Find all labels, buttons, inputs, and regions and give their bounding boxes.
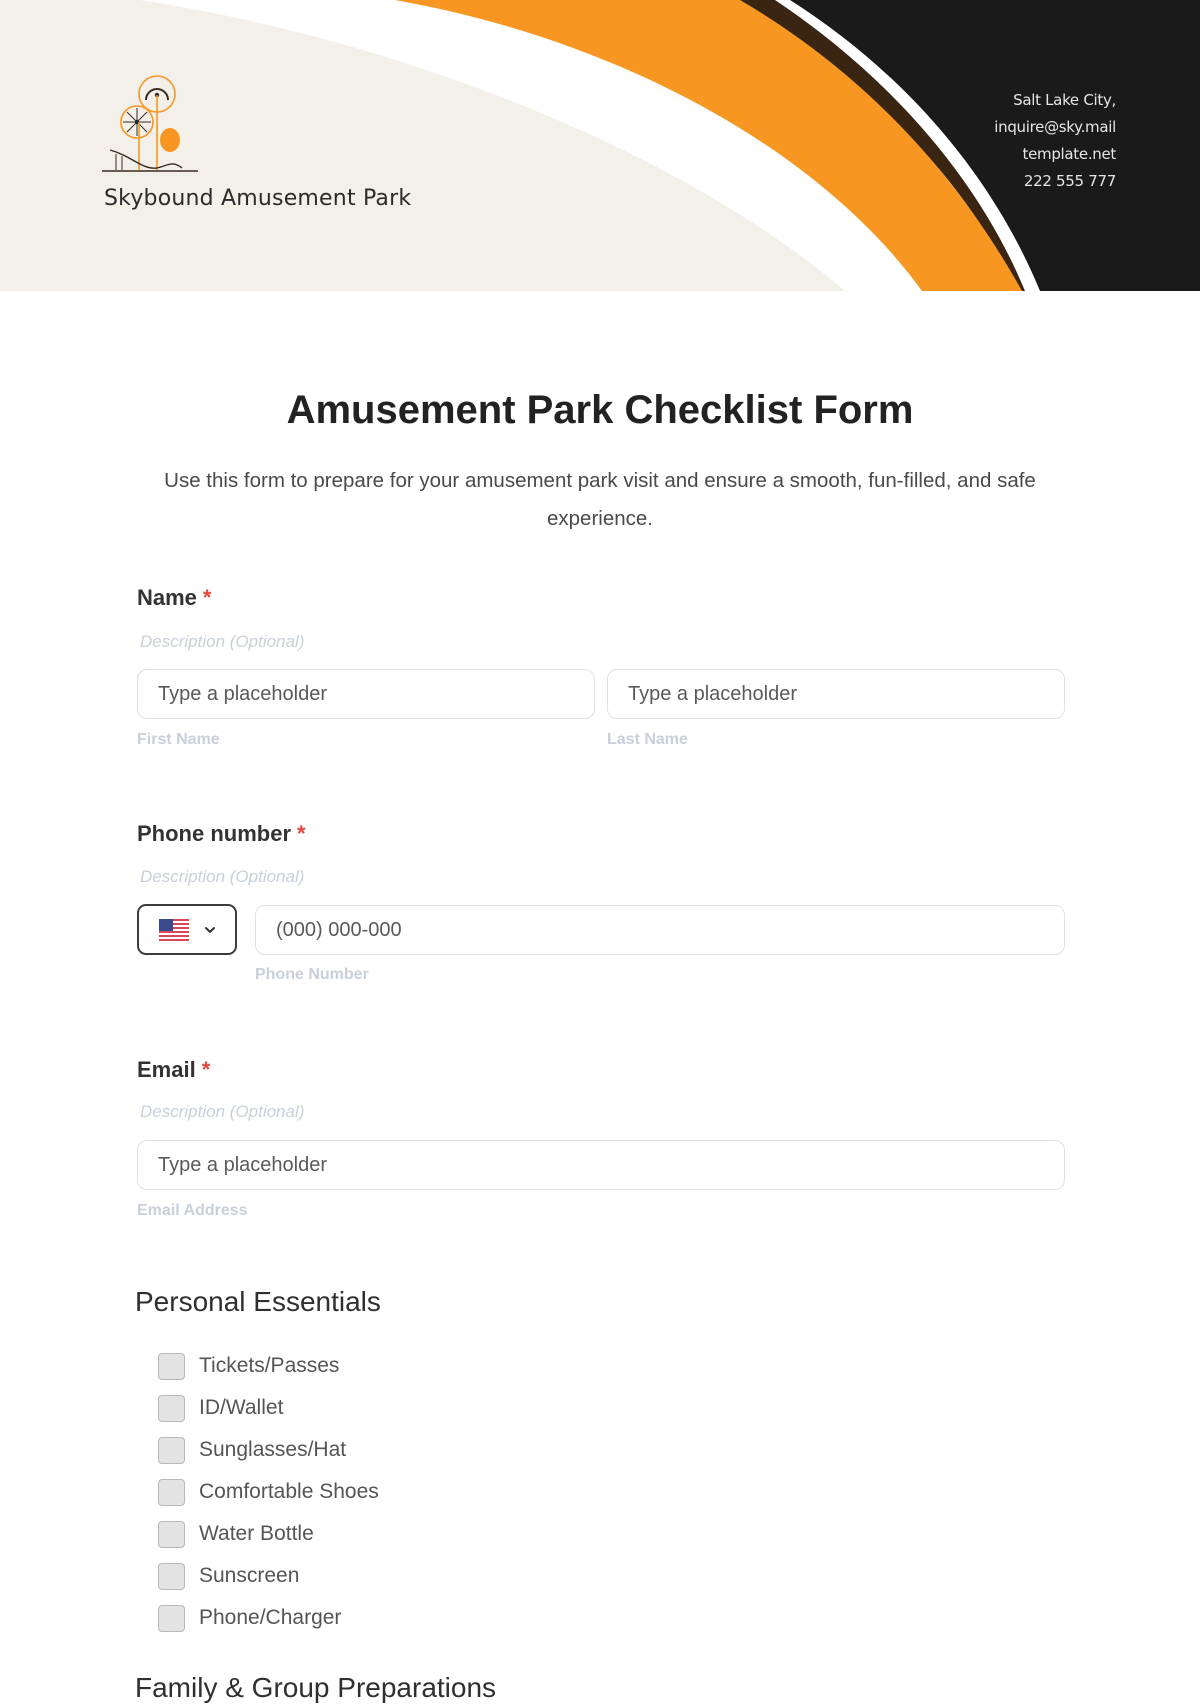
- checklist-item-label: Phone/Charger: [199, 1606, 342, 1629]
- phone-placeholder: (000) 000-000: [276, 918, 402, 941]
- contact-website: template.net: [1022, 145, 1117, 163]
- checklist-item-label: Sunglasses/Hat: [199, 1438, 347, 1461]
- form-title: Amusement Park Checklist Form: [286, 388, 914, 432]
- form-subtitle: Use this form to prepare for your amusem…: [164, 469, 1036, 530]
- checklist-item[interactable]: Comfortable Shoes: [158, 1471, 379, 1513]
- checklist-item[interactable]: Phone/Charger: [158, 1597, 379, 1639]
- checklist-item[interactable]: ID/Wallet: [158, 1387, 379, 1429]
- checklist-item[interactable]: Tickets/Passes: [158, 1345, 379, 1387]
- phone-field-label: Phone number *: [137, 821, 306, 847]
- personal-essentials-checklist: Tickets/Passes ID/Wallet Sunglasses/Hat …: [158, 1345, 379, 1639]
- phone-input[interactable]: (000) 000-000: [255, 905, 1065, 955]
- last-name-sublabel: Last Name: [607, 731, 688, 748]
- country-code-select[interactable]: [137, 904, 237, 955]
- section-title-family-group: Family & Group Preparations: [135, 1672, 497, 1703]
- checklist-item-label: Water Bottle: [199, 1522, 314, 1545]
- header-banner: Skybound Amusement Park Salt Lake City, …: [0, 0, 1200, 291]
- phone-label-text: Phone number: [137, 821, 292, 846]
- checklist-item-label: ID/Wallet: [199, 1396, 284, 1419]
- first-name-input[interactable]: Type a placeholder: [137, 669, 595, 719]
- required-marker: *: [202, 585, 212, 610]
- checkbox[interactable]: [158, 1604, 185, 1632]
- email-input[interactable]: Type a placeholder: [137, 1140, 1065, 1190]
- contact-email: inquire@sky.mail: [994, 118, 1116, 136]
- checklist-item[interactable]: Water Bottle: [158, 1513, 379, 1555]
- last-name-input[interactable]: Type a placeholder: [607, 669, 1065, 719]
- checklist-item[interactable]: Sunglasses/Hat: [158, 1429, 379, 1471]
- checkbox[interactable]: [158, 1478, 185, 1506]
- checkbox[interactable]: [158, 1520, 185, 1548]
- amusement-park-logo-icon: [102, 75, 198, 172]
- email-placeholder: Type a placeholder: [158, 1153, 328, 1176]
- required-marker: *: [297, 821, 306, 846]
- checkbox[interactable]: [158, 1394, 185, 1422]
- name-field-label: Name *: [137, 585, 211, 611]
- section-title-personal-essentials: Personal Essentials: [135, 1286, 381, 1317]
- checkbox[interactable]: [158, 1436, 185, 1464]
- name-description: Description (Optional): [140, 632, 305, 651]
- brand-name: Skybound Amusement Park: [104, 186, 412, 211]
- contact-city: Salt Lake City,: [1013, 91, 1116, 109]
- email-description: Description (Optional): [140, 1102, 305, 1121]
- us-flag-icon: [159, 918, 189, 941]
- required-marker: *: [201, 1057, 211, 1082]
- checklist-item[interactable]: Sunscreen: [158, 1555, 379, 1597]
- phone-description: Description (Optional): [140, 867, 305, 886]
- email-label-text: Email: [137, 1057, 196, 1082]
- checklist-item-label: Tickets/Passes: [199, 1354, 340, 1377]
- email-sublabel: Email Address: [137, 1202, 248, 1219]
- checklist-item-label: Sunscreen: [199, 1564, 300, 1587]
- chevron-down-icon: [205, 926, 215, 933]
- first-name-sublabel: First Name: [137, 731, 220, 748]
- email-field-label: Email *: [137, 1057, 210, 1083]
- phone-sublabel: Phone Number: [255, 966, 369, 983]
- checkbox[interactable]: [158, 1562, 185, 1590]
- contact-phone: 222 555 777: [1023, 172, 1116, 190]
- last-name-placeholder: Type a placeholder: [628, 682, 798, 705]
- checklist-item-label: Comfortable Shoes: [199, 1480, 379, 1503]
- name-label-text: Name: [137, 585, 197, 610]
- first-name-placeholder: Type a placeholder: [158, 682, 328, 705]
- checkbox[interactable]: [158, 1352, 185, 1380]
- contact-info: Salt Lake City, inquire@sky.mail templat…: [994, 87, 1116, 195]
